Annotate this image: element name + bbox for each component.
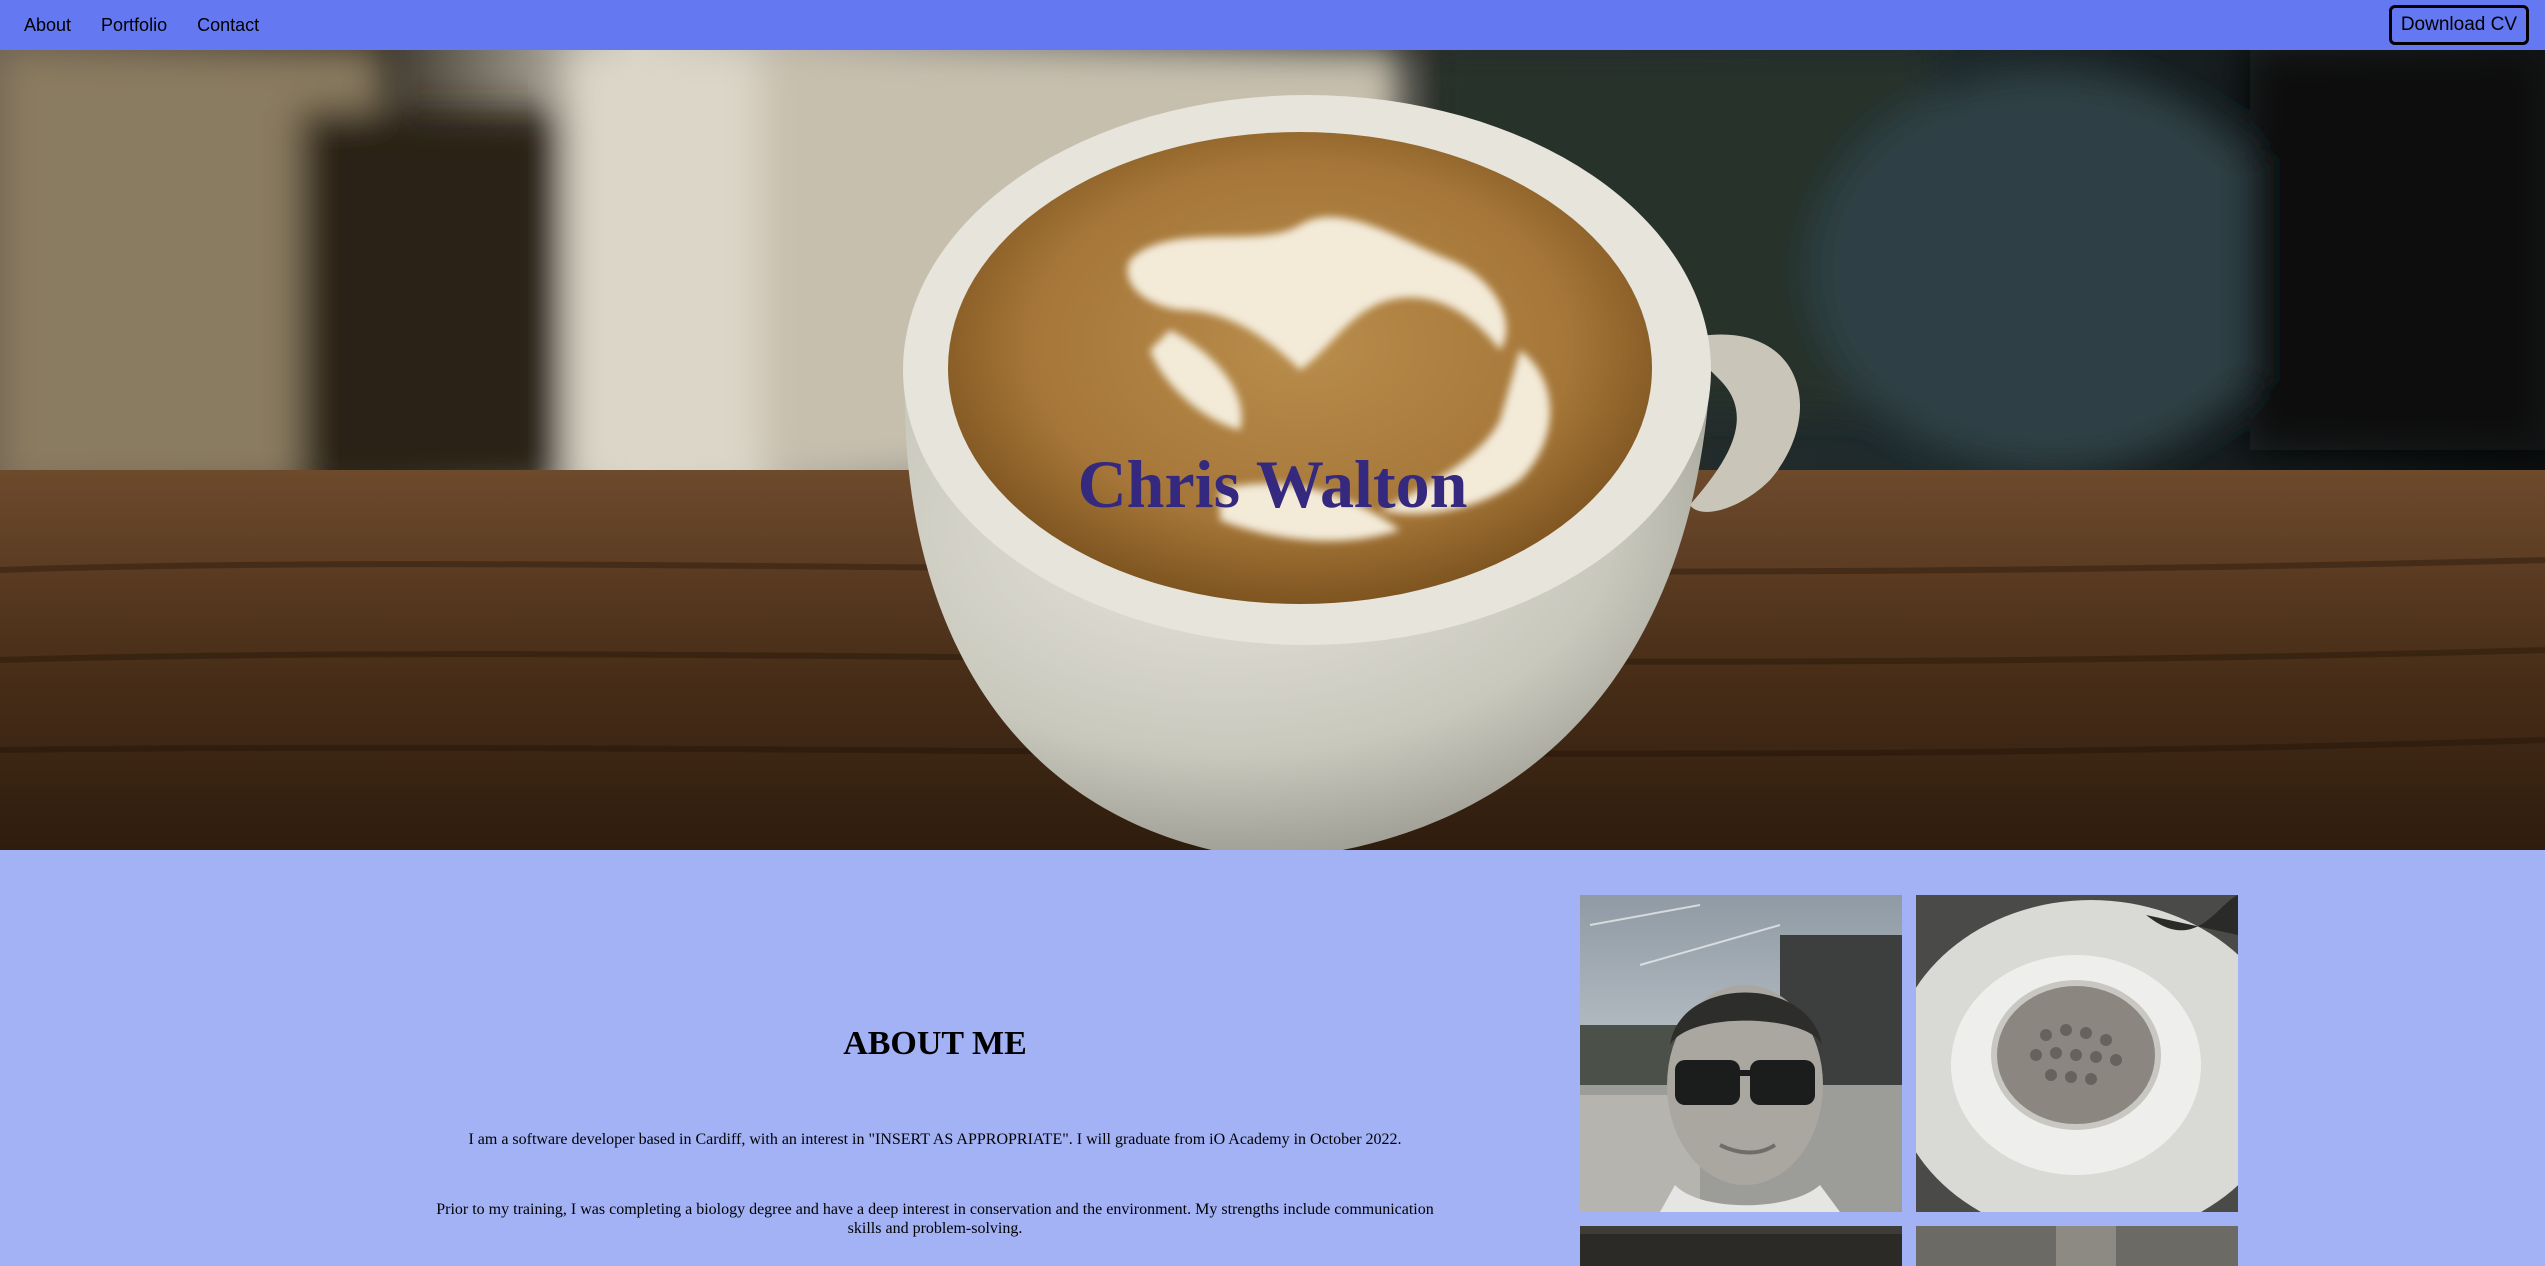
- nav-link-portfolio[interactable]: Portfolio: [101, 15, 167, 36]
- about-paragraph-1: I am a software developer based in Cardi…: [468, 1131, 1402, 1148]
- plated-dish-photo: [1916, 895, 2238, 1212]
- nav-link-about[interactable]: About: [24, 15, 71, 36]
- gallery-photo-4: [1916, 1226, 2238, 1266]
- about-heading: ABOUT ME: [843, 1025, 1027, 1062]
- top-navbar: About Portfolio Contact Download CV: [0, 0, 2545, 50]
- nav-link-contact[interactable]: Contact: [197, 15, 259, 36]
- download-cv-button[interactable]: Download CV: [2388, 5, 2529, 45]
- nav-links: About Portfolio Contact: [24, 15, 289, 36]
- about-paragraph-2: Prior to my training, I was completing a…: [436, 1201, 1434, 1237]
- selfie-sunglasses-photo: [1580, 895, 1902, 1212]
- about-section: ABOUT ME I am a software developer based…: [0, 850, 2545, 1266]
- hero-title: Chris Walton: [1077, 446, 1468, 522]
- gallery-photo-3: [1580, 1226, 1902, 1266]
- hero-banner: Chris Walton: [0, 50, 2545, 850]
